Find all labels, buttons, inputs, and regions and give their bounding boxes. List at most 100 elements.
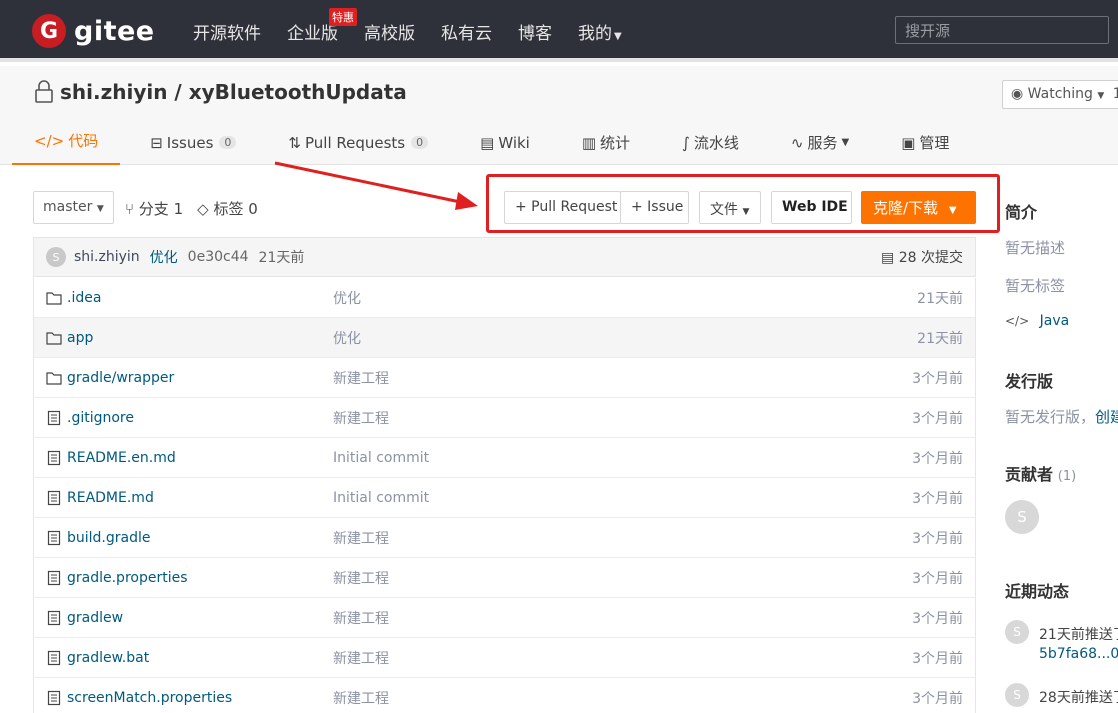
file-commit-message[interactable]: Initial commit (333, 450, 912, 466)
commit-author[interactable]: shi.zhiyin (74, 249, 140, 265)
table-row[interactable]: README.en.md Initial commit 3个月前 (33, 438, 976, 478)
file-icon (47, 410, 61, 425)
file-commit-time: 21天前 (917, 330, 963, 347)
language-label: Java (1039, 313, 1070, 329)
file-commit-message[interactable]: 新建工程 (333, 408, 912, 428)
file-name-cell[interactable]: .gitignore (46, 410, 333, 426)
branch-icon: ⑂ (125, 200, 135, 218)
file-name-cell[interactable]: .idea (46, 290, 333, 306)
nav-enterprise[interactable]: 企业版 特惠 (287, 8, 357, 44)
no-releases-text: 暂无发行版， (1005, 408, 1096, 426)
table-row[interactable]: README.md Initial commit 3个月前 (33, 478, 976, 518)
tab-issues[interactable]: ⊟ Issues 0 (150, 130, 237, 165)
commit-message[interactable]: 优化 (150, 247, 178, 267)
caret-down-icon: ▼ (841, 137, 850, 148)
activity-commit-link[interactable]: 5b7fa68...0e (1039, 646, 1118, 662)
chart-icon: ▥ (581, 133, 597, 152)
tab-wiki[interactable]: ▤ Wiki (480, 130, 530, 165)
nav-mine-label: 我的 (578, 24, 612, 44)
table-row[interactable]: screenMatch.properties 新建工程 3个月前 (33, 678, 976, 713)
file-name-cell[interactable]: README.en.md (46, 450, 333, 466)
file-name-cell[interactable]: gradle/wrapper (46, 370, 333, 386)
tab-services[interactable]: ∿ 服务 ▼ (791, 130, 849, 165)
file-name-cell[interactable]: screenMatch.properties (46, 690, 333, 706)
repo-title[interactable]: shi.zhiyin / xyBluetoothUpdata (34, 80, 407, 104)
file-commit-message[interactable]: 新建工程 (333, 648, 912, 668)
branches-link[interactable]: ⑂ 分支 1 (125, 198, 183, 219)
code-icon: </> (34, 131, 65, 150)
releases-info: 暂无发行版，创建 (1005, 406, 1118, 427)
tab-code[interactable]: </> 代码 (12, 130, 121, 165)
table-row[interactable]: app 优化 21天前 (33, 318, 976, 358)
new-pull-request-button[interactable]: + Pull Request (504, 191, 621, 224)
folder-icon (46, 331, 62, 345)
file-name: README.md (67, 489, 154, 506)
branch-meta: ⑂ 分支 1 ◇ 标签 0 (125, 198, 258, 219)
file-commit-message[interactable]: 新建工程 (333, 528, 912, 548)
table-row[interactable]: gradlew 新建工程 3个月前 (33, 598, 976, 638)
tab-stats[interactable]: ▥ 统计 (582, 130, 630, 165)
caret-down-icon: ▼ (742, 207, 750, 217)
watch-count: 1 (1112, 86, 1118, 102)
file-commit-message[interactable]: 新建工程 (333, 368, 912, 388)
nav-blog[interactable]: 博客 (518, 19, 552, 44)
tags-link[interactable]: ◇ 标签 0 (197, 198, 258, 219)
tab-manage[interactable]: ▣ 管理 (901, 130, 949, 165)
tab-pipeline[interactable]: ∫ 流水线 (682, 130, 739, 165)
branch-select[interactable]: master ▼ (33, 191, 114, 224)
table-row[interactable]: .idea 优化 21天前 (33, 278, 976, 318)
watch-button[interactable]: ◉ Watching ▼ 1 (1002, 80, 1118, 109)
create-release-link[interactable]: 创建 (1095, 408, 1118, 426)
contributors-count: (1) (1057, 469, 1077, 484)
file-name-cell[interactable]: gradlew (46, 610, 333, 626)
file-commit-time: 3个月前 (912, 410, 963, 427)
nav-mine[interactable]: 我的 ▼ (578, 19, 622, 44)
commit-count-link[interactable]: ▤ 28 次提交 (881, 247, 963, 267)
intro-heading: 简介 (1005, 203, 1038, 222)
contributor-avatar[interactable]: S (1005, 500, 1039, 534)
clone-download-button[interactable]: 克隆/下载 ▼ (861, 191, 976, 224)
file-commit-message[interactable]: 新建工程 (333, 568, 912, 588)
activity-avatar[interactable]: S (1005, 683, 1029, 707)
file-menu-button[interactable]: 文件 ▼ (699, 191, 761, 224)
file-commit-message[interactable]: 优化 (333, 288, 917, 308)
file-name-cell[interactable]: app (46, 330, 333, 346)
nav-private-cloud[interactable]: 私有云 (441, 19, 492, 44)
gitee-logo[interactable]: G gitee (32, 14, 155, 48)
file-name-cell[interactable]: README.md (46, 490, 333, 506)
file-commit-message[interactable]: 优化 (333, 328, 917, 348)
search-input[interactable]: 搜开源 (895, 16, 1109, 44)
file-name-cell[interactable]: build.gradle (46, 530, 333, 546)
nav-open-source[interactable]: 开源软件 (193, 19, 261, 44)
file-name-cell[interactable]: gradlew.bat (46, 650, 333, 666)
file-commit-time: 21天前 (917, 290, 963, 307)
table-row[interactable]: gradle/wrapper 新建工程 3个月前 (33, 358, 976, 398)
file-name-cell[interactable]: gradle.properties (46, 570, 333, 586)
file-icon (47, 530, 61, 545)
table-row[interactable]: .gitignore 新建工程 3个月前 (33, 398, 976, 438)
main-nav: 开源软件 企业版 特惠 高校版 私有云 博客 我的 ▼ (193, 8, 648, 44)
caret-down-icon: ▼ (96, 204, 104, 214)
language-link[interactable]: </> Java (1005, 313, 1069, 329)
file-name: gradlew.bat (67, 649, 150, 666)
table-row[interactable]: build.gradle 新建工程 3个月前 (33, 518, 976, 558)
file-label: 文件 (710, 202, 738, 218)
pulse-icon: ∿ (790, 133, 804, 152)
nav-education[interactable]: 高校版 (364, 19, 415, 44)
activity-avatar[interactable]: S (1005, 620, 1029, 644)
folder-icon (46, 291, 62, 305)
file-list: .idea 优化 21天前 app 优化 21天前 gradle/wrapper… (33, 278, 976, 713)
avatar[interactable]: S (46, 247, 66, 267)
table-row[interactable]: gradle.properties 新建工程 3个月前 (33, 558, 976, 598)
latest-commit-bar: S shi.zhiyin 优化 0e30c44 21天前 ▤ 28 次提交 (33, 237, 976, 277)
manage-icon: ▣ (901, 133, 916, 152)
file-commit-message[interactable]: 新建工程 (333, 608, 912, 628)
file-name: app (67, 329, 94, 346)
commit-hash[interactable]: 0e30c44 (188, 249, 249, 265)
pr-count: 0 (411, 136, 429, 149)
web-ide-button[interactable]: Web IDE (771, 191, 852, 224)
new-issue-button[interactable]: + Issue (620, 191, 689, 224)
file-commit-message[interactable]: Initial commit (333, 490, 912, 506)
file-commit-message[interactable]: 新建工程 (333, 688, 912, 708)
table-row[interactable]: gradlew.bat 新建工程 3个月前 (33, 638, 976, 678)
